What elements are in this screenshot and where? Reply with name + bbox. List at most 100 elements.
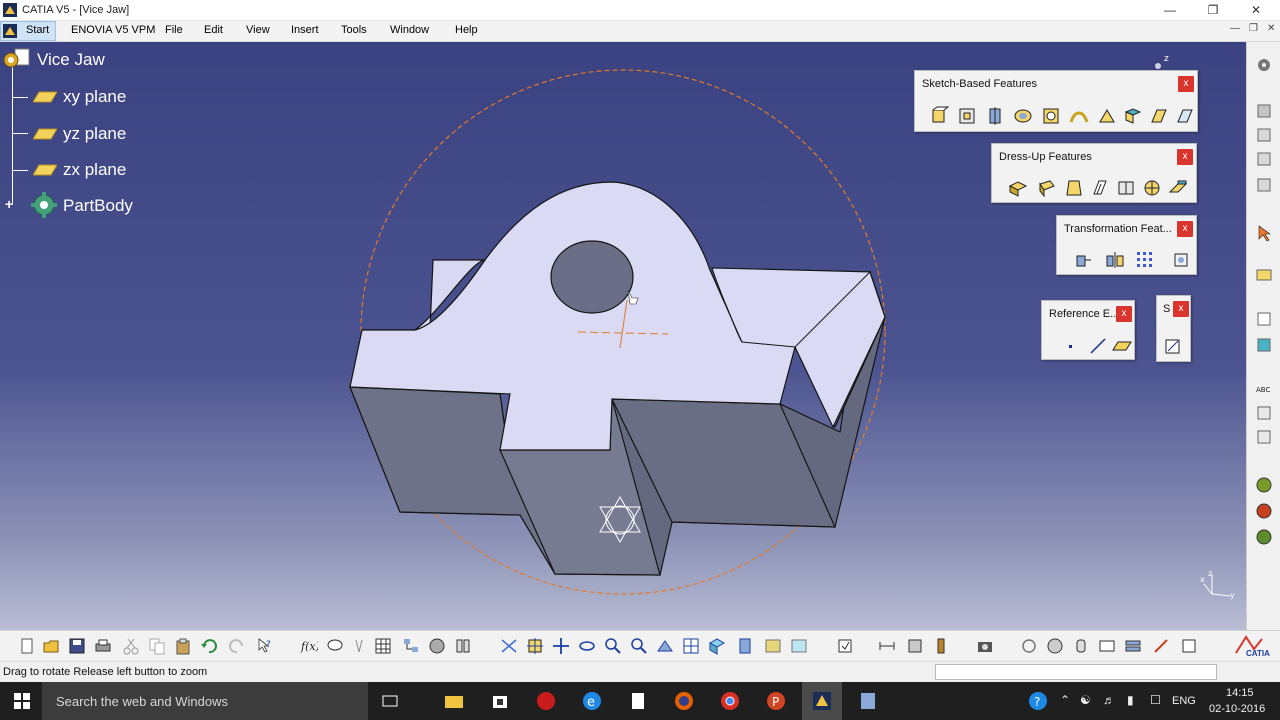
menu-help[interactable]: Help: [455, 24, 478, 36]
menu-file[interactable]: File: [165, 24, 183, 36]
edge-fillet-icon[interactable]: [1008, 178, 1028, 198]
pan-icon[interactable]: [552, 637, 570, 655]
knowledge-icon[interactable]: [1255, 502, 1273, 520]
stiffener-icon[interactable]: [1123, 106, 1143, 126]
action-center-icon[interactable]: ☐: [1150, 693, 1161, 707]
minimize-button[interactable]: —: [1155, 1, 1185, 19]
menu-enovia[interactable]: ENOVIA V5 VPM: [71, 24, 155, 36]
analysis-icon[interactable]: [1255, 428, 1273, 446]
annotation-icon[interactable]: ABC: [1255, 380, 1273, 398]
print-icon[interactable]: [94, 637, 112, 655]
sketch-icon[interactable]: [1163, 336, 1183, 356]
chrome-icon[interactable]: [720, 691, 740, 711]
line-icon[interactable]: [1088, 336, 1108, 356]
toolbar-close-button[interactable]: x: [1177, 221, 1193, 237]
calculator-icon[interactable]: [858, 691, 878, 711]
material-icon[interactable]: [1255, 266, 1273, 284]
fly-mode-icon[interactable]: [500, 637, 518, 655]
apply-material-icon[interactable]: [1255, 336, 1273, 354]
tray-chevron-icon[interactable]: ⌃: [1060, 693, 1070, 707]
toolbar-close-button[interactable]: x: [1173, 301, 1189, 317]
clock-date[interactable]: 02-10-2016: [1209, 703, 1265, 715]
redo-icon[interactable]: [228, 637, 246, 655]
select-arrow-icon[interactable]: [1255, 224, 1273, 242]
powerpoint-icon[interactable]: P: [766, 691, 786, 711]
menu-start[interactable]: Start: [26, 24, 49, 36]
network-icon[interactable]: ☯: [1080, 693, 1091, 707]
table-icon[interactable]: [374, 637, 392, 655]
measure-between-icon[interactable]: [878, 637, 896, 655]
help-tray-icon[interactable]: ?: [1028, 691, 1048, 711]
copy-icon[interactable]: [148, 637, 166, 655]
menu-window[interactable]: Window: [390, 24, 429, 36]
remove-face-icon[interactable]: [1168, 178, 1188, 198]
close-button[interactable]: ✕: [1241, 1, 1271, 19]
scaling-icon[interactable]: [1171, 250, 1191, 270]
thickness-icon[interactable]: [1116, 178, 1136, 198]
properties-icon[interactable]: [1180, 637, 1198, 655]
cut-icon[interactable]: [122, 637, 140, 655]
media-app-icon[interactable]: [536, 691, 556, 711]
zoom-in-icon[interactable]: [604, 637, 622, 655]
hide-show-icon[interactable]: [764, 637, 782, 655]
tree-item-yz-plane[interactable]: yz plane: [63, 124, 126, 144]
pad-icon[interactable]: [929, 106, 949, 126]
gear-icon[interactable]: [1255, 56, 1273, 74]
shaft-icon[interactable]: [985, 106, 1005, 126]
boolean-icon[interactable]: [1255, 176, 1273, 194]
tree-item-zx-plane[interactable]: zx plane: [63, 160, 126, 180]
compass-icon[interactable]: z: [1150, 52, 1176, 72]
constraint-icon[interactable]: [1255, 404, 1273, 422]
firefox-icon[interactable]: [674, 691, 694, 711]
file-explorer-icon[interactable]: [444, 691, 464, 711]
store-icon[interactable]: [490, 691, 510, 711]
connection-icon[interactable]: [1020, 637, 1038, 655]
volume-icon[interactable]: ♬: [1103, 693, 1115, 707]
catalog-browser-icon[interactable]: [428, 637, 446, 655]
isometric-view-icon[interactable]: [708, 637, 726, 655]
doc-restore-button[interactable]: ❐: [1249, 23, 1258, 34]
expand-plus-icon[interactable]: +: [5, 196, 13, 212]
part-root-icon[interactable]: [2, 48, 34, 72]
menu-tools[interactable]: Tools: [341, 24, 367, 36]
save-icon[interactable]: [68, 637, 86, 655]
windows-start-icon[interactable]: [12, 691, 32, 711]
tree-root-label[interactable]: Vice Jaw: [37, 50, 105, 70]
hand-icon[interactable]: [1072, 637, 1090, 655]
clock-time[interactable]: 14:15: [1226, 687, 1254, 699]
catalog-icon[interactable]: [1255, 476, 1273, 494]
formula-fx-icon[interactable]: f(x): [300, 637, 318, 655]
catia-taskbar-icon[interactable]: [812, 691, 832, 711]
rib-icon[interactable]: [1069, 106, 1089, 126]
point-icon[interactable]: [1060, 336, 1080, 356]
tree-item-xy-plane[interactable]: xy plane: [63, 87, 126, 107]
web-icon[interactable]: [1046, 637, 1064, 655]
translation-icon[interactable]: [1073, 250, 1093, 270]
part-design-icon[interactable]: [1255, 102, 1273, 120]
body-icon[interactable]: [1255, 150, 1273, 168]
dimension-icon[interactable]: [1098, 637, 1116, 655]
measure-inertia-icon[interactable]: [932, 637, 950, 655]
comment-icon[interactable]: [326, 637, 344, 655]
capture-icon[interactable]: [976, 637, 994, 655]
edge-browser-icon[interactable]: e: [582, 691, 602, 711]
layer-icon[interactable]: [1124, 637, 1142, 655]
doc-minimize-button[interactable]: —: [1230, 23, 1240, 34]
slot-icon[interactable]: [1097, 106, 1117, 126]
knowledge-advisor-icon[interactable]: [1152, 637, 1170, 655]
measure-item-icon[interactable]: [906, 637, 924, 655]
whats-this-icon[interactable]: ?: [256, 637, 274, 655]
groove-icon[interactable]: [1013, 106, 1033, 126]
chamfer-icon[interactable]: [1036, 178, 1056, 198]
macro-icon[interactable]: [350, 637, 368, 655]
sort-icon[interactable]: [454, 637, 472, 655]
shell-icon[interactable]: [1090, 178, 1110, 198]
formula-icon[interactable]: [1255, 528, 1273, 546]
shading-icon[interactable]: [736, 637, 754, 655]
plane-tool-icon[interactable]: [1112, 336, 1132, 356]
pocket-icon[interactable]: [957, 106, 977, 126]
thread-icon[interactable]: [1142, 178, 1162, 198]
toolbar-close-button[interactable]: x: [1116, 306, 1132, 322]
toolbar-close-button[interactable]: x: [1177, 149, 1193, 165]
mirror-icon[interactable]: [1105, 250, 1125, 270]
